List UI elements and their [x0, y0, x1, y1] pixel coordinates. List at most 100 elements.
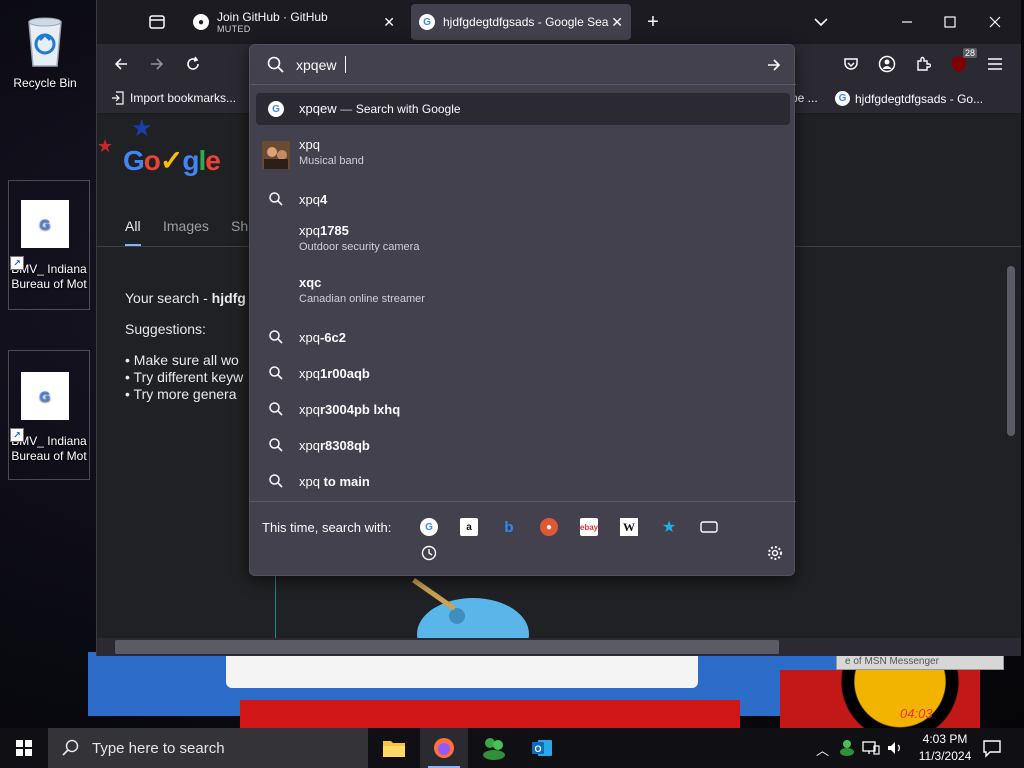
- shortcut-arrow-icon: ↗: [10, 256, 24, 270]
- new-tab-icon[interactable]: +: [641, 11, 665, 33]
- bookmark-item[interactable]: pe ...: [791, 91, 818, 105]
- search-icon: [268, 365, 284, 381]
- suggestion-text: xpqr3004pb lxhq: [299, 402, 401, 417]
- taskbar-outlook[interactable]: O: [518, 728, 566, 768]
- messenger-tray-icon[interactable]: [838, 738, 856, 759]
- suggestion-item[interactable]: xpq1785 Outdoor security camera: [256, 219, 790, 263]
- google-doodle-logo[interactable]: Go✓gle: [123, 144, 221, 177]
- reload-icon[interactable]: [181, 52, 205, 76]
- bing-engine-icon[interactable]: b: [500, 518, 518, 536]
- suggestion-item[interactable]: xpq-6c2: [256, 323, 790, 351]
- network-icon[interactable]: [862, 740, 880, 759]
- pocket-icon[interactable]: [839, 52, 863, 76]
- tab-bar: ● Join GitHub · GitHub MUTED ✕ G hjdfgde…: [97, 0, 1021, 44]
- svg-text:O: O: [534, 744, 541, 754]
- suggestion-item[interactable]: xpqr3004pb lxhq: [256, 395, 790, 423]
- bookmark-item-google-search[interactable]: G hjdfgdegtdfgsads - Go...: [835, 91, 983, 106]
- vertical-scrollbar[interactable]: [1005, 116, 1017, 636]
- search-settings-gear-icon[interactable]: [766, 544, 784, 562]
- wikipedia-engine-icon[interactable]: W: [620, 518, 638, 536]
- list-tabs-icon[interactable]: [809, 12, 833, 32]
- tab-github[interactable]: ● Join GitHub · GitHub MUTED ✕: [185, 4, 403, 40]
- tabs-engine-icon[interactable]: [700, 518, 718, 536]
- google-engine-icon[interactable]: G: [420, 518, 438, 536]
- amazon-engine-icon[interactable]: a: [460, 518, 478, 536]
- tab-muted-label: MUTED: [217, 24, 251, 34]
- start-button[interactable]: [0, 728, 48, 768]
- firefox-view-icon[interactable]: [145, 12, 169, 32]
- suggestion-item[interactable]: xpq4: [256, 185, 790, 213]
- clock-date: 11/3/2024: [918, 749, 972, 763]
- menu-icon[interactable]: [983, 52, 1007, 76]
- suggestion-description: Canadian online streamer: [299, 293, 425, 305]
- close-tab-icon[interactable]: ✕: [383, 14, 395, 31]
- blank-icon: [268, 285, 284, 301]
- taskbar-search-box[interactable]: Type here to search: [48, 728, 368, 768]
- google-icon: G: [419, 14, 435, 30]
- wallpaper-time: 04:03: [900, 706, 933, 721]
- close-tab-icon[interactable]: ✕: [611, 14, 623, 31]
- notification-center-icon[interactable]: [982, 738, 1002, 761]
- search-icon: [268, 473, 284, 489]
- extensions-icon[interactable]: [911, 52, 935, 76]
- suggestion-text: xpq4: [299, 192, 328, 207]
- tab-title: hjdfgdegtdfgsads - Google Sea: [443, 15, 609, 29]
- search-icon: [266, 55, 286, 75]
- search-icon: [268, 401, 284, 417]
- ebay-engine-icon[interactable]: ebay: [580, 518, 598, 536]
- suggestion-item: • Try more genera: [125, 386, 237, 402]
- duckduckgo-engine-icon[interactable]: ●: [540, 518, 558, 536]
- account-icon[interactable]: [875, 52, 899, 76]
- address-bar-dropdown: G xpqew — Search with Google xpq Musical …: [249, 44, 796, 576]
- recycle-bin-icon: [21, 12, 69, 68]
- suggestion-item[interactable]: xpqr8308qb: [256, 431, 790, 459]
- search-tab-images[interactable]: Images: [163, 218, 209, 234]
- taskbar-firefox[interactable]: [420, 728, 468, 768]
- firefox-icon: [434, 738, 454, 758]
- suggestion-item[interactable]: xqc Canadian online streamer: [256, 271, 790, 315]
- search-icon: [268, 329, 284, 345]
- shortcut-arrow-icon: ↗: [10, 428, 24, 442]
- taskbar-file-explorer[interactable]: [370, 728, 418, 768]
- suggestion-item[interactable]: xpq to main: [256, 467, 790, 495]
- suggestion-text: xpqr8308qb: [299, 438, 370, 453]
- bookmark-label: Import bookmarks...: [130, 91, 237, 105]
- suggestion-search-with-google[interactable]: G xpqew — Search with Google: [256, 93, 790, 125]
- maximize-icon[interactable]: [940, 12, 960, 32]
- system-clock[interactable]: 4:03 PM 11/3/2024: [910, 731, 980, 765]
- forward-icon[interactable]: [145, 52, 169, 76]
- go-arrow-icon[interactable]: [764, 55, 784, 75]
- show-hidden-icons-chevron-icon[interactable]: ︿: [816, 740, 829, 759]
- no-results-text: Your search - hjdfg: [125, 290, 246, 306]
- ublock-icon[interactable]: 28: [947, 48, 977, 76]
- minimize-icon[interactable]: [897, 12, 917, 32]
- search-with-label: This time, search with:: [262, 520, 392, 535]
- suggestion-item[interactable]: xpq Musical band: [256, 133, 790, 177]
- tab-google-search[interactable]: G hjdfgdegtdfgsads - Google Sea ✕: [411, 4, 631, 40]
- suggestion-text: xpq: [299, 137, 320, 152]
- taskbar-search-placeholder: Type here to search: [92, 739, 225, 757]
- ublock-badge: 28: [962, 48, 977, 58]
- taskbar-messenger[interactable]: [470, 728, 518, 768]
- wallpaper-art: [780, 670, 980, 728]
- wallpaper-art: [240, 700, 740, 728]
- desktop-icon-bmv-2[interactable]: G BMV_ Indiana Bureau of Mot: [0, 372, 90, 464]
- desktop-icon-bmv-1[interactable]: G BMV_ Indiana Bureau of Mot: [0, 200, 90, 292]
- history-engine-icon[interactable]: [420, 544, 438, 562]
- bookmarks-engine-icon[interactable]: ★: [660, 518, 678, 536]
- address-bar-input[interactable]: [296, 55, 756, 75]
- search-tab-shopping[interactable]: Sh: [231, 218, 248, 234]
- suggestion-item[interactable]: xpq1r00aqb: [256, 359, 790, 387]
- desktop-icon-recycle-bin[interactable]: Recycle Bin: [0, 8, 90, 91]
- horizontal-scrollbar[interactable]: [97, 638, 1021, 656]
- import-bookmarks-button[interactable]: Import bookmarks...: [111, 91, 236, 105]
- blank-icon: [268, 233, 284, 249]
- back-icon[interactable]: [109, 52, 133, 76]
- google-doc-icon: G: [21, 372, 69, 420]
- import-icon: [112, 91, 124, 105]
- address-bar[interactable]: [250, 45, 796, 85]
- folder-icon: [383, 741, 405, 757]
- volume-icon[interactable]: [886, 740, 904, 759]
- search-tab-all[interactable]: All: [125, 218, 141, 247]
- close-window-icon[interactable]: [985, 12, 1005, 32]
